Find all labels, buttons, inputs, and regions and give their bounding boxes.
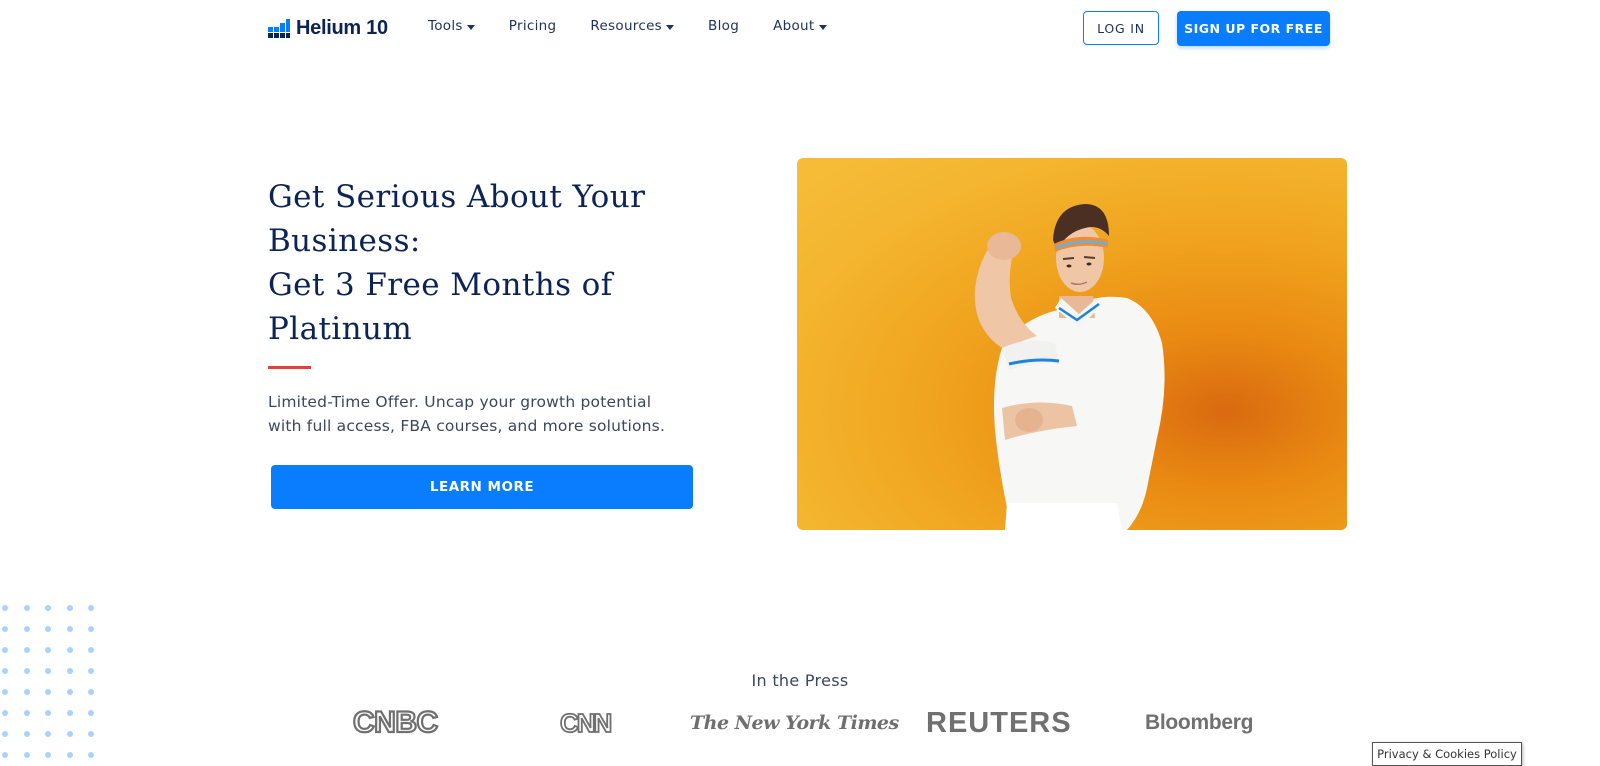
helium10-logo[interactable]: Helium 10 [268,17,388,40]
hero-subtitle-line: with full access, FBA courses, and more … [268,417,666,435]
nyt-logo: The New York Times [690,712,899,734]
decorative-dot [2,731,8,737]
hero-title-line: Platinum [268,311,413,347]
decorative-dot [88,605,94,611]
decorative-dot [45,710,51,716]
hero-title-line: Get Serious About Your [268,179,646,215]
hero-subtitle-line: Limited-Time Offer. Uncap your growth po… [268,393,652,411]
caret-down-icon [466,24,475,30]
nav-item-tools[interactable]: Tools [428,18,475,34]
decorative-dot [23,710,30,716]
decorative-dot [45,647,51,653]
decorative-dot [23,605,30,611]
man-flexing-illustration [974,204,1165,530]
decorative-dot [66,710,73,716]
decorative-dot [45,626,51,632]
nav-item-about[interactable]: About [773,18,827,34]
nav-item-label: Blog [708,18,740,34]
caret-down-icon [666,24,675,30]
nav-item-label: Resources [590,18,663,34]
nav-item-label: About [773,18,815,34]
hero-subtitle: Limited-Time Offer. Uncap your growth po… [268,390,708,438]
hero-title-line: Business: [268,223,421,259]
decorative-dot [23,626,30,632]
nav-item-resources[interactable]: Resources [590,18,675,34]
learn-more-button[interactable]: LEARN MORE [271,465,693,509]
privacy-cookies-link[interactable]: Privacy & Cookies Policy [1372,742,1522,766]
logo-bars-icon [268,18,290,38]
decorative-dot [45,605,51,611]
bloomberg-logo: Bloomberg [1145,711,1254,734]
decorative-dot [66,626,73,632]
decorative-dot [2,710,8,716]
decorative-dot [23,647,30,653]
press-section-title: In the Press [751,671,849,690]
decorative-dot [2,647,8,653]
decorative-dot [66,647,73,653]
decorative-dot [88,752,94,758]
decorative-dot [2,752,8,758]
nav-item-label: Tools [428,18,463,34]
accent-divider [268,366,311,369]
decorative-dot [88,626,94,632]
brand-name: Helium 10 [296,17,388,39]
decorative-dot [66,752,73,758]
cnbc-logo: CNBC [352,705,439,740]
decorative-dot [2,626,8,632]
nav-item-blog[interactable]: Blog [708,18,739,34]
decorative-dot [66,731,73,737]
hero-image [797,158,1347,530]
signup-button[interactable]: SIGN UP FOR FREE [1177,11,1330,46]
decorative-dot [88,710,94,716]
decorative-dot [88,647,94,653]
decorative-dot [45,731,51,737]
decorative-dot [23,752,30,758]
top-navigation: Helium 10 Tools Pricing Resources Blog A… [0,0,1600,58]
caret-down-icon [818,24,827,30]
hero-title-line: Get 3 Free Months of [268,267,613,303]
decorative-dot [23,731,30,737]
cnn-logo: CNN [559,707,613,739]
decorative-dot [2,605,8,611]
decorative-dot [45,752,51,758]
reuters-logo: REUTERS [926,707,1072,739]
nav-menu: Tools Pricing Resources Blog About [428,18,861,34]
decorative-dot [66,605,73,611]
nav-item-pricing[interactable]: Pricing [509,18,557,34]
hero-title: Get Serious About Your Business: Get 3 F… [268,175,698,351]
nav-item-label: Pricing [508,18,557,34]
login-button[interactable]: LOG IN [1083,11,1159,45]
decorative-dot [88,731,94,737]
